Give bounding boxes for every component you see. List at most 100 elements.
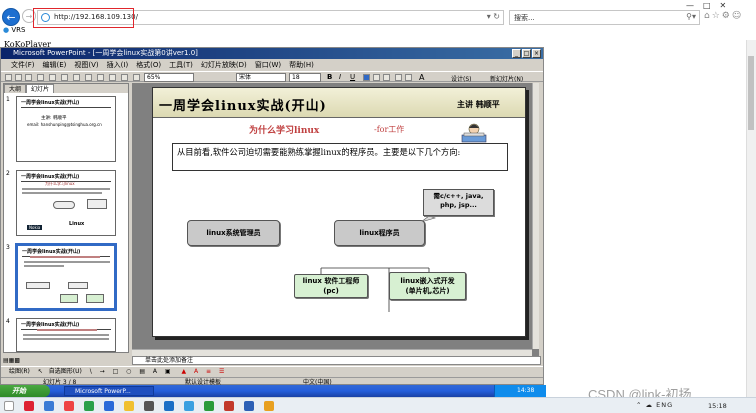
slide-thumb-3[interactable]: 一周学会linux实战(开山) [15,243,117,311]
app-icon[interactable] [244,401,254,411]
slide-thumb-1[interactable]: 一周学会linux实战(开山) 主讲: 韩顺平 email: hanshunpi… [16,96,116,162]
undo-icon[interactable] [109,74,116,81]
app-icon[interactable] [44,401,54,411]
app-icon[interactable] [64,401,74,411]
shape-tools-icons[interactable]: \ → □ ○ ▤ A ▣ [90,368,174,375]
normal-view-icon[interactable]: ▤▦▩ [3,357,20,364]
app-icon[interactable] [264,401,274,411]
menu-help[interactable]: 帮助(H) [289,60,314,70]
print-icon[interactable] [37,74,44,81]
node-linux-admin: linux系统管理员 [187,220,280,246]
align-left-icon[interactable] [363,74,370,81]
slide-horizontal-scrollbar[interactable] [132,349,532,356]
windows-start-icon[interactable] [4,401,14,411]
menu-window[interactable]: 窗口(W) [255,60,281,70]
folder-icon[interactable] [124,401,134,411]
thumb-number: 1 [6,96,10,103]
numbering-icon[interactable] [395,74,402,81]
notes-pane[interactable]: 单击此处添加备注 [132,356,541,365]
menu-edit[interactable]: 编辑(E) [43,60,67,70]
powerpoint-window: Microsoft PowerPoint - [一周学会linux实战第0讲ve… [0,47,544,386]
color-tools-icons[interactable]: ▲ A ≡ ☰ [182,368,228,375]
drawing-toolbar: 绘图(R) ↖ 自选图形(U) \ → □ ○ ▤ A ▣ ▲ A ≡ ☰ [1,366,543,376]
minimize-button[interactable]: _ [512,49,521,58]
search-icon[interactable]: ⚲▾ [686,12,696,21]
zoom-select[interactable]: 65% [144,73,194,82]
maximize-button[interactable]: □ [522,49,531,58]
app-icon[interactable] [24,401,34,411]
copy-icon[interactable] [85,74,92,81]
thumb-box [53,201,75,209]
xp-start-button[interactable]: 开始 [0,385,50,397]
view-buttons[interactable]: ▤▦▩ [3,356,127,365]
font-grow-icon[interactable]: A [419,73,424,82]
page-scroll-thumb[interactable] [748,56,754,130]
pane-tabs: 大纲 幻灯片 [4,84,128,93]
save-icon[interactable] [25,74,32,81]
home-star-gear-icons[interactable]: ⌂☆⚙☺ [704,11,743,21]
search-input[interactable]: 搜索... ⚲▾ [509,10,700,25]
tab-slides[interactable]: 幻灯片 [26,84,55,93]
menu-format[interactable]: 格式(O) [136,60,161,70]
paste-icon[interactable] [97,74,104,81]
app-icon[interactable] [184,401,194,411]
app-icon[interactable] [164,401,174,411]
system-tray[interactable]: ⌃ ☁ ENG [636,401,673,409]
bullets-icon[interactable] [405,74,412,81]
thumb-box [86,294,104,303]
node-linux-programmer: linux程序员 [334,220,425,246]
thumb-text-line [22,192,102,194]
menu-tools[interactable]: 工具(T) [169,60,193,70]
app-icon[interactable] [224,401,234,411]
spell-icon[interactable] [61,74,68,81]
xp-taskbar-app[interactable]: Microsoft PowerP... [64,386,154,396]
callout-line: php, jsp... [440,201,477,209]
slide-thumb-2[interactable]: 一周学会linux实战(开山) 为什么学习linux Nokia Linux [16,170,116,236]
thumb-linux: Linux [69,221,85,227]
back-button[interactable]: ← [2,8,20,26]
new-icon[interactable] [5,74,12,81]
chart-icon[interactable] [133,74,140,81]
app-icon[interactable] [144,401,154,411]
ppt-window-controls: _ □ × [512,49,541,58]
slide-thumb-4[interactable]: 一周学会linux实战(开山) [16,318,116,352]
thumb-text-line [24,265,64,267]
current-slide[interactable]: 一周学会linux实战(开山) 主讲 韩顺平 为什么学习linux -for工作… [152,87,526,337]
new-slide-button[interactable]: 新幻灯片(N) [490,74,523,83]
font-size-select[interactable]: 18 [289,73,321,82]
menu-file[interactable]: 文件(F) [11,60,35,70]
select-arrow-icon[interactable]: ↖ [38,368,43,375]
underline-button[interactable]: U [350,73,355,81]
cut-icon[interactable] [73,74,80,81]
close-button[interactable]: × [532,49,541,58]
window-controls[interactable]: —□✕ [686,1,735,10]
refresh-icon[interactable]: ▾ ↻ [487,12,500,21]
open-icon[interactable] [15,74,22,81]
thumb-text-line [23,338,109,340]
app-icon[interactable] [104,401,114,411]
thumb-title: 一周学会linux实战(开山) [21,99,111,108]
italic-button[interactable]: I [339,73,341,81]
preview-icon[interactable] [49,74,56,81]
thumb-box [68,282,88,289]
font-select[interactable]: 宋体 [236,73,286,82]
redo-icon[interactable] [121,74,128,81]
thumb-line: 主讲: 韩顺平 [41,116,67,121]
browser-toolbar: ← → http://192.168.109.130/ ▾ ↻ 搜索... ⚲▾… [0,0,756,36]
tab-vrs[interactable]: ● VRS [0,26,60,37]
menu-slideshow[interactable]: 幻灯片放映(D) [201,60,247,70]
menu-view[interactable]: 视图(V) [74,60,98,70]
node-label: (单片机,芯片) [405,287,450,295]
draw-menu[interactable]: 绘图(R) [9,368,30,375]
design-button[interactable]: 设计(S) [451,74,472,83]
menu-insert[interactable]: 插入(I) [107,60,129,70]
app-icon[interactable] [204,401,214,411]
ppt-window-title: Microsoft PowerPoint - [一周学会linux实战第0讲ve… [13,49,198,57]
align-center-icon[interactable] [373,74,380,81]
align-right-icon[interactable] [383,74,390,81]
bold-button[interactable]: B [327,73,332,81]
app-icon[interactable] [84,401,94,411]
slide-vertical-scrollbar[interactable] [532,83,539,349]
tab-outline[interactable]: 大纲 [4,84,27,93]
autoshapes-menu[interactable]: 自选图形(U) [49,368,82,375]
